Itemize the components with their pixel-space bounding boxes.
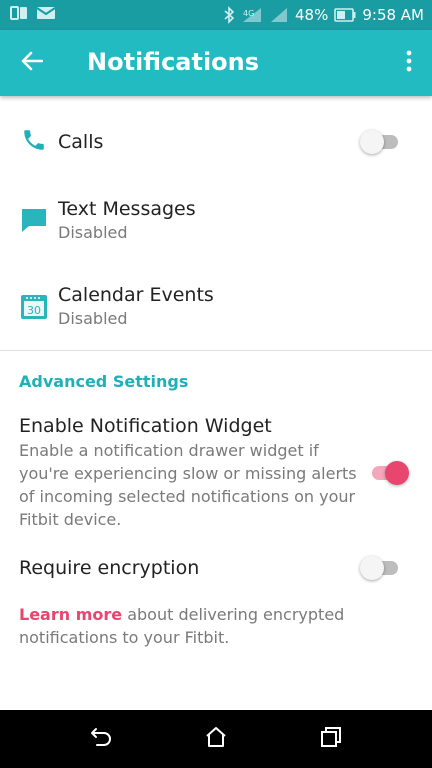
- require-encryption-row[interactable]: Require encryption: [0, 548, 432, 590]
- status-bar: 4G 48% 9:58 AM: [0, 0, 432, 30]
- screen-mirror-icon: [10, 5, 28, 25]
- text-messages-label: Text Messages: [58, 198, 196, 220]
- calendar-events-label: Calendar Events: [58, 284, 214, 306]
- nav-home-button[interactable]: [201, 724, 231, 754]
- notification-widget-title: Enable Notification Widget: [19, 415, 272, 437]
- back-arrow-icon: [21, 51, 44, 75]
- lte-icon: 4G: [241, 6, 263, 24]
- calendar-events-status: Disabled: [58, 309, 128, 328]
- encryption-info-text: Learn more about delivering encrypted no…: [19, 603, 379, 649]
- more-options-button[interactable]: [396, 45, 422, 81]
- section-divider: [0, 350, 432, 351]
- text-messages-row[interactable]: Text Messages Disabled: [0, 186, 432, 256]
- message-icon: [20, 206, 48, 234]
- nav-back-icon: [89, 726, 113, 752]
- require-encryption-toggle[interactable]: [360, 555, 400, 580]
- nav-back-button[interactable]: [86, 724, 116, 754]
- nav-home-icon: [204, 726, 228, 752]
- svg-text:4G: 4G: [243, 9, 254, 18]
- calls-toggle[interactable]: [360, 129, 400, 154]
- battery-icon: [334, 8, 356, 22]
- status-system-icons: 4G 48% 9:58 AM: [223, 0, 424, 30]
- learn-more-link[interactable]: Learn more: [19, 605, 122, 624]
- require-encryption-title: Require encryption: [19, 557, 200, 579]
- calendar-events-row[interactable]: 30 Calendar Events Disabled: [0, 272, 432, 342]
- page-title: Notifications: [87, 48, 260, 76]
- calls-label: Calls: [58, 131, 104, 153]
- mail-icon: [36, 5, 56, 25]
- navigation-bar: [0, 710, 432, 768]
- app-bar: Notifications: [0, 30, 432, 96]
- notification-widget-toggle[interactable]: [368, 460, 409, 485]
- nav-recents-icon: [319, 726, 343, 752]
- more-vert-icon: [406, 50, 412, 76]
- battery-percent: 48%: [295, 6, 329, 24]
- back-button[interactable]: [12, 45, 52, 81]
- phone-icon: [20, 126, 48, 154]
- calls-row[interactable]: Calls: [0, 110, 432, 172]
- text-messages-status: Disabled: [58, 223, 128, 242]
- notification-widget-row[interactable]: Enable Notification Widget Enable a noti…: [0, 410, 432, 535]
- bluetooth-icon: [223, 6, 235, 24]
- calendar-day-text: 30: [27, 304, 41, 317]
- notification-widget-description: Enable a notification drawer widget if y…: [19, 441, 357, 529]
- signal-icon: [269, 6, 289, 24]
- calendar-icon: 30: [20, 292, 48, 320]
- advanced-settings-header: Advanced Settings: [19, 372, 189, 391]
- status-time: 9:58 AM: [362, 6, 424, 24]
- status-notification-icons: [10, 6, 56, 24]
- nav-recents-button[interactable]: [316, 724, 346, 754]
